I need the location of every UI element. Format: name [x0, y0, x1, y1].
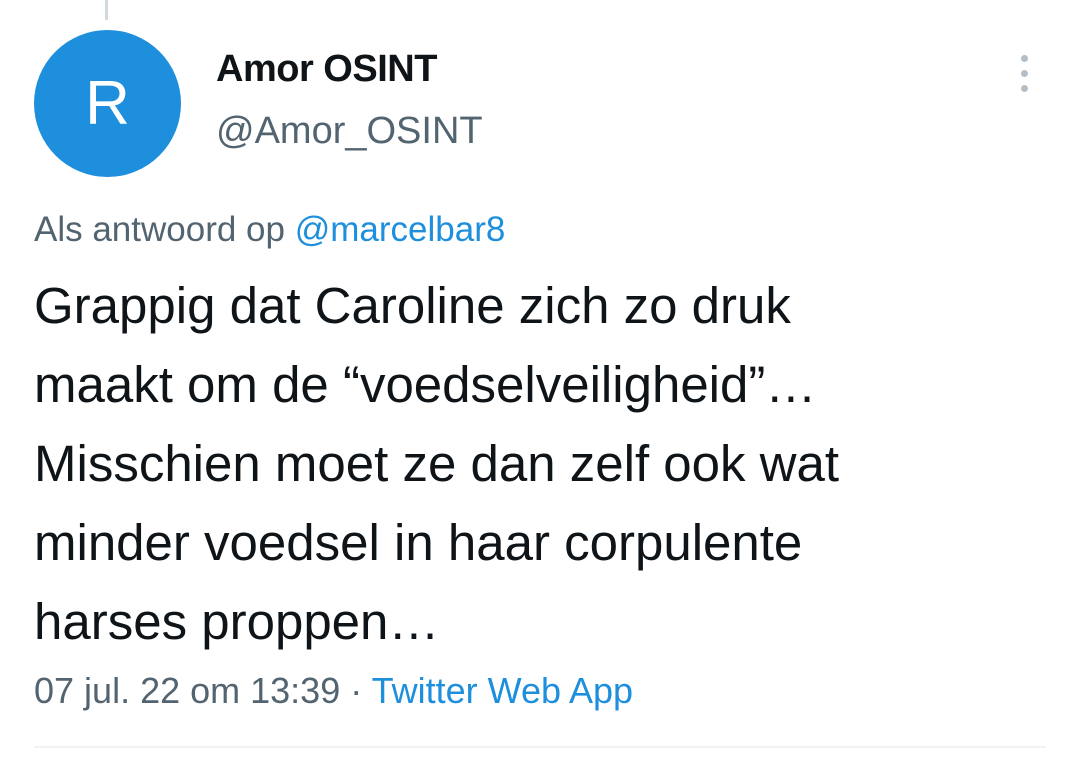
tweet-text: Grappig dat Caroline zich zo druk maakt …	[34, 266, 1044, 661]
user-handle[interactable]: @Amor_OSINT	[216, 110, 483, 153]
reply-prefix: Als antwoord op	[34, 210, 285, 249]
thread-connector-line	[105, 0, 108, 20]
more-options-button[interactable]	[1006, 50, 1042, 96]
tweet-text-line: Misschien moet ze dan zelf ook wat	[34, 435, 840, 492]
avatar-letter: R	[85, 68, 130, 138]
tweet-timestamp[interactable]: 07 jul. 22 om 13:39	[34, 670, 340, 711]
more-vertical-icon-dot	[1020, 54, 1028, 62]
tweet-text-line: harses proppen…	[34, 593, 440, 650]
tweet-text-line: minder voedsel in haar corpulente	[34, 514, 803, 571]
reply-context: Als antwoord op @marcelbar8	[34, 210, 505, 250]
tweet-source-link[interactable]: Twitter Web App	[372, 670, 633, 711]
reply-mention-link[interactable]: @marcelbar8	[295, 210, 506, 249]
more-vertical-icon-dot	[1020, 84, 1028, 92]
divider	[34, 746, 1046, 748]
more-vertical-icon-dot	[1020, 69, 1028, 77]
tweet-text-line: Grappig dat Caroline zich zo druk	[34, 277, 791, 334]
avatar[interactable]: R	[34, 30, 181, 177]
tweet-text-line: maakt om de “voedselveiligheid”…	[34, 356, 817, 413]
display-name[interactable]: Amor OSINT	[216, 48, 437, 91]
meta-separator: ·	[350, 670, 363, 711]
tweet-meta: 07 jul. 22 om 13:39 · Twitter Web App	[34, 670, 633, 712]
